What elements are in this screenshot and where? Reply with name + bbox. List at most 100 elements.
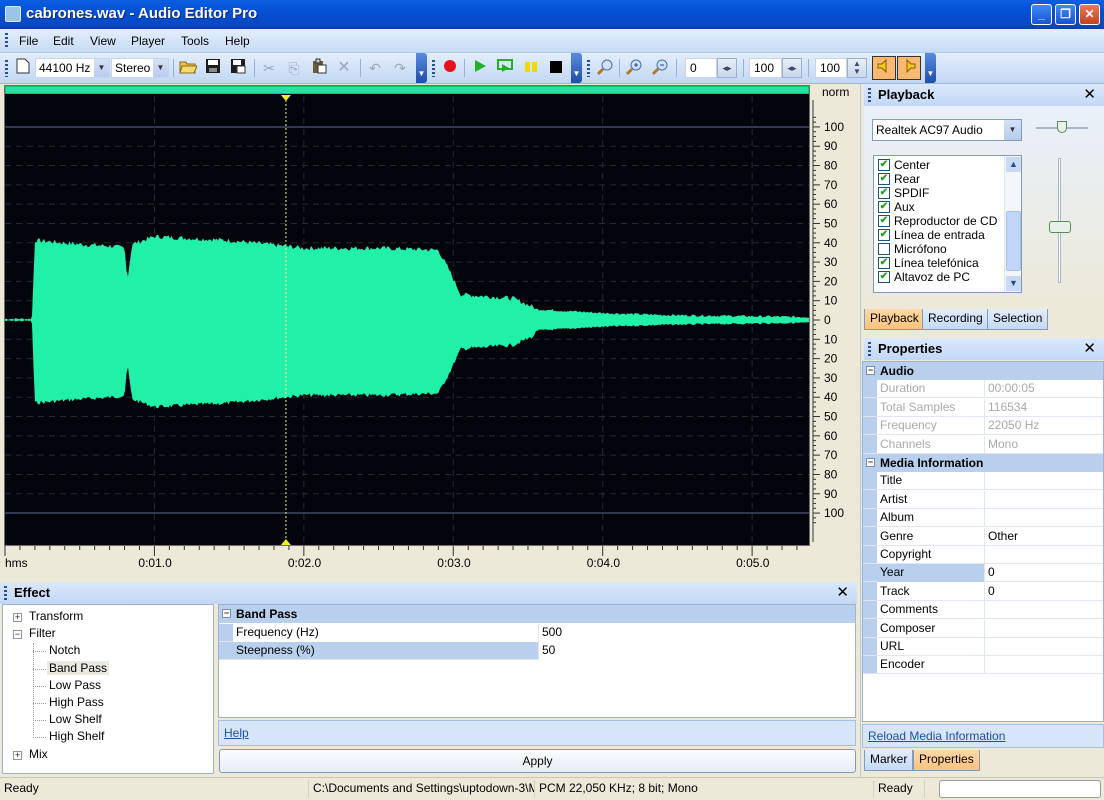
chevron-down-icon[interactable]: ▼ <box>153 59 168 77</box>
panel-grip[interactable] <box>4 586 7 600</box>
channel-item[interactable]: ✔ SPDIF <box>874 186 1004 201</box>
tree-item-band-pass[interactable]: Band Pass <box>47 660 110 675</box>
cursor-marker-top[interactable] <box>280 95 291 101</box>
property-row-track[interactable]: Track 0 <box>863 582 1103 601</box>
minimize-button[interactable]: _ <box>1031 4 1052 25</box>
channel-right-icon[interactable] <box>897 56 921 80</box>
chevron-down-icon[interactable]: ▼ <box>1004 120 1021 140</box>
property-value[interactable]: 0 <box>985 564 1103 582</box>
checkbox[interactable]: ✔ <box>878 215 890 227</box>
channel-left-icon[interactable] <box>872 56 896 80</box>
property-value[interactable] <box>985 656 1103 674</box>
tab-selection[interactable]: Selection <box>987 309 1049 330</box>
close-icon[interactable]: ✕ <box>1083 84 1096 106</box>
collapse-icon[interactable]: − <box>222 609 231 618</box>
expand-icon[interactable]: + <box>13 750 22 760</box>
overview-bar[interactable] <box>5 86 809 94</box>
tab-properties[interactable]: Properties <box>913 750 980 771</box>
channels-select[interactable]: Stereo ▼ <box>111 58 169 78</box>
help-link[interactable]: Help <box>224 726 249 740</box>
save-icon[interactable] <box>203 58 223 78</box>
new-file-icon[interactable] <box>13 58 33 78</box>
menu-player[interactable]: Player <box>131 34 165 48</box>
channel-item[interactable]: ✔ Rear <box>874 172 1004 187</box>
frequency-value[interactable]: 500 <box>539 624 855 642</box>
list-scrollbar[interactable]: ▲ ▼ <box>1004 156 1021 292</box>
tree-item-filter[interactable]: Filter <box>29 626 56 640</box>
property-row-encoder[interactable]: Encoder <box>863 656 1103 675</box>
tree-item-low-pass[interactable]: Low Pass <box>49 678 101 692</box>
menu-file[interactable]: File <box>19 34 38 48</box>
toolbar-overflow-button[interactable]: ▼ <box>416 53 427 83</box>
zoom-fit-icon[interactable] <box>595 58 615 78</box>
toolbar-grip[interactable] <box>432 60 435 77</box>
channel-item[interactable]: ✔ Center <box>874 158 1004 173</box>
property-row-artist[interactable]: Artist <box>863 490 1103 509</box>
menu-edit[interactable]: Edit <box>53 34 74 48</box>
scroll-down-icon[interactable]: ▼ <box>1006 276 1021 291</box>
volume-slider-thumb[interactable] <box>1049 220 1071 233</box>
checkbox[interactable] <box>878 243 890 255</box>
channel-item[interactable]: ✔ Línea telefónica <box>874 256 1004 271</box>
property-row-year[interactable]: Year 0 <box>863 564 1103 583</box>
checkbox[interactable]: ✔ <box>878 257 890 269</box>
property-row-genre[interactable]: Genre Other <box>863 527 1103 546</box>
copy-icon[interactable]: ⎘ <box>284 58 304 78</box>
scroll-up-icon[interactable]: ▲ <box>1006 157 1021 172</box>
close-icon[interactable]: ✕ <box>836 582 849 604</box>
paste-icon[interactable] <box>309 58 329 78</box>
menu-view[interactable]: View <box>90 34 116 48</box>
property-row-comments[interactable]: Comments <box>863 601 1103 620</box>
scroll-thumb[interactable] <box>1006 211 1021 271</box>
tree-item-high-shelf[interactable]: High Shelf <box>49 729 104 743</box>
checkbox[interactable]: ✔ <box>878 229 890 241</box>
property-value[interactable] <box>985 638 1103 656</box>
channel-item[interactable]: Micrófono <box>874 242 1004 257</box>
checkbox[interactable]: ✔ <box>878 201 890 213</box>
toolbar-overflow-button[interactable]: ▼ <box>571 53 582 83</box>
tree-item-mix[interactable]: Mix <box>29 747 48 761</box>
property-value[interactable] <box>985 491 1103 509</box>
collapse-icon[interactable]: − <box>866 366 875 375</box>
open-folder-icon[interactable] <box>178 58 198 78</box>
checkbox[interactable]: ✔ <box>878 187 890 199</box>
stop-icon[interactable] <box>546 58 566 78</box>
property-value[interactable] <box>985 620 1103 638</box>
property-row-composer[interactable]: Composer <box>863 619 1103 638</box>
panel-grip[interactable] <box>868 88 871 102</box>
collapse-icon[interactable]: − <box>13 630 22 640</box>
property-row-title[interactable]: Title <box>863 472 1103 491</box>
toolbar-grip[interactable] <box>5 60 8 77</box>
channel-item[interactable]: ✔ Aux <box>874 200 1004 215</box>
property-row[interactable]: Steepness (%) 50 <box>219 642 855 660</box>
position-spin-arrows[interactable]: ◂▸ <box>717 58 737 78</box>
checkbox[interactable]: ✔ <box>878 159 890 171</box>
expand-icon[interactable]: + <box>13 613 22 622</box>
channel-item[interactable]: ✔ Altavoz de PC <box>874 270 1004 285</box>
tab-marker[interactable]: Marker <box>864 750 914 771</box>
toolbar-overflow-button[interactable]: ▼ <box>925 53 936 83</box>
position-spin-input[interactable]: 0 <box>685 58 717 78</box>
redo-icon[interactable]: ↷ <box>390 58 410 78</box>
reload-media-link[interactable]: Reload Media Information <box>868 729 1005 743</box>
play-icon[interactable] <box>470 58 490 78</box>
steepness-value[interactable]: 50 <box>539 642 855 660</box>
close-button[interactable]: ✕ <box>1079 4 1100 25</box>
tree-item-low-shelf[interactable]: Low Shelf <box>49 712 102 726</box>
zoom-out-icon[interactable] <box>650 58 670 78</box>
zoom-spin-arrows[interactable]: ◂▸ <box>782 58 802 78</box>
delete-icon[interactable]: ✕ <box>334 58 354 78</box>
channel-item[interactable]: ✔ Línea de entrada <box>874 228 1004 243</box>
property-row[interactable]: Frequency (Hz) 500 <box>219 624 855 642</box>
property-value[interactable] <box>985 509 1103 527</box>
record-icon[interactable] <box>440 58 460 78</box>
cursor-marker-bottom[interactable] <box>280 539 291 545</box>
tab-recording[interactable]: Recording <box>922 309 989 330</box>
volume-slider[interactable] <box>1040 156 1080 286</box>
menu-tools[interactable]: Tools <box>181 34 209 48</box>
tree-item-transform[interactable]: Transform <box>29 609 83 623</box>
category-media-information[interactable]: − Media Information <box>863 454 1103 472</box>
tree-item-notch[interactable]: Notch <box>49 643 80 657</box>
property-row-copyright[interactable]: Copyright <box>863 546 1103 564</box>
play-loop-icon[interactable] <box>495 58 515 78</box>
